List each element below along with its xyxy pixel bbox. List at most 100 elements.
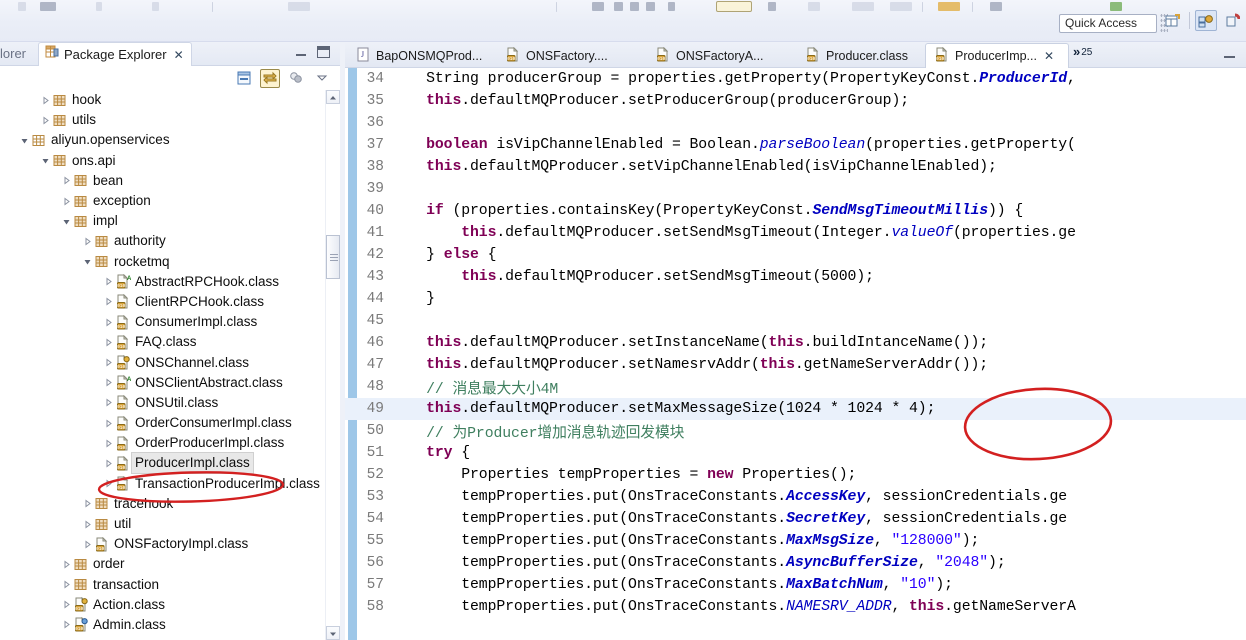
chevron-right-icon[interactable] (102, 373, 114, 393)
scrollbar-thumb[interactable] (326, 235, 340, 279)
chevron-right-icon[interactable] (102, 393, 114, 413)
close-icon[interactable]: ✕ (174, 48, 184, 62)
toolbar-icon[interactable] (288, 2, 310, 11)
view-filters-button[interactable] (286, 69, 306, 88)
toolbar-icon[interactable] (668, 2, 675, 11)
tree-row[interactable]: 010 ONSChannel.class (0, 352, 325, 372)
chevron-right-icon[interactable] (81, 514, 93, 534)
code-line[interactable]: 43 this.defaultMQProducer.setSendMsgTime… (345, 266, 1246, 288)
close-icon[interactable]: ✕ (1044, 49, 1054, 63)
tree-row[interactable]: 010 Admin.class (0, 615, 325, 635)
chevron-right-icon[interactable] (102, 272, 114, 292)
tree-row[interactable]: 010 OrderProducerImpl.class (0, 433, 325, 453)
editor-tab[interactable]: J BapONSMQProd... (347, 44, 493, 68)
chevron-right-icon[interactable] (60, 554, 72, 574)
chevron-right-icon[interactable] (102, 453, 114, 473)
tree-row[interactable]: authority (0, 231, 325, 251)
tree-row[interactable]: bean (0, 171, 325, 191)
code-line[interactable]: 56 tempProperties.put(OnsTraceConstants.… (345, 552, 1246, 574)
minimize-view-button[interactable] (294, 46, 308, 60)
tree-row[interactable]: impl (0, 211, 325, 231)
chevron-right-icon[interactable] (81, 494, 93, 514)
code-line[interactable]: 47 this.defaultMQProducer.setNamesrvAddr… (345, 354, 1246, 376)
tree-row[interactable]: 010 ConsumerImpl.class (0, 312, 325, 332)
code-line[interactable]: 44 } (345, 288, 1246, 310)
scroll-down-arrow[interactable] (326, 626, 340, 640)
chevron-right-icon[interactable] (102, 433, 114, 453)
chevron-down-icon[interactable] (39, 151, 51, 171)
chevron-right-icon[interactable] (60, 171, 72, 191)
toolbar-icon[interactable] (852, 2, 874, 11)
tree-row[interactable]: util (0, 514, 325, 534)
chevron-right-icon[interactable] (102, 312, 114, 332)
tree-vertical-scrollbar[interactable] (325, 90, 340, 640)
code-line[interactable]: 51 try { (345, 442, 1246, 464)
java-perspective-icon[interactable] (1195, 10, 1217, 31)
toolbar-icon[interactable] (614, 2, 623, 11)
chevron-right-icon[interactable] (102, 292, 114, 312)
chevron-right-icon[interactable] (60, 615, 72, 635)
debug-perspective-icon[interactable] (1222, 10, 1244, 31)
editor-tab-overflow-button[interactable]: » 25 (1073, 44, 1092, 59)
code-line[interactable]: 46 this.defaultMQProducer.setInstanceNam… (345, 332, 1246, 354)
chevron-down-icon[interactable] (81, 252, 93, 272)
toolbar-icon[interactable] (938, 2, 960, 11)
chevron-down-icon[interactable] (18, 130, 30, 150)
tree-row[interactable]: 010 TransactionProducerImpl.class (0, 474, 325, 494)
tree-row[interactable]: 010 FAQ.class (0, 332, 325, 352)
code-line[interactable]: 58 tempProperties.put(OnsTraceConstants.… (345, 596, 1246, 618)
toolbar-icon[interactable] (890, 2, 912, 11)
view-tab-package-explorer[interactable]: Package Explorer ✕ (38, 42, 192, 66)
link-with-editor-button[interactable] (260, 68, 280, 88)
tree-row[interactable]: utils (0, 110, 325, 130)
tree-row[interactable]: 010 ONSUtil.class (0, 393, 325, 413)
toolbar-icon[interactable] (1110, 2, 1122, 11)
chevron-right-icon[interactable] (102, 353, 114, 373)
tree-row-selected[interactable]: 010 ProducerImpl.class (0, 452, 325, 475)
maximize-view-button[interactable] (317, 46, 330, 58)
toolbar-icon[interactable] (40, 2, 56, 11)
toolbar-icon[interactable] (18, 2, 26, 11)
project-tree[interactable]: hook utils aliyun.openservices ons.api bean e… (0, 90, 325, 640)
chevron-right-icon[interactable] (102, 413, 114, 433)
code-line[interactable]: 40 if (properties.containsKey(PropertyKe… (345, 200, 1246, 222)
code-line[interactable]: 57 tempProperties.put(OnsTraceConstants.… (345, 574, 1246, 596)
chevron-right-icon[interactable] (39, 110, 51, 130)
minimize-editor-button[interactable] (1223, 49, 1236, 60)
code-line[interactable]: 53 tempProperties.put(OnsTraceConstants.… (345, 486, 1246, 508)
editor-tab-active[interactable]: 010 ProducerImp... ✕ (925, 43, 1069, 68)
tree-row[interactable]: aliyun.openservices (0, 130, 325, 150)
chevron-right-icon[interactable] (102, 474, 114, 494)
code-viewport[interactable]: 34 String producerGroup = properties.get… (345, 68, 1246, 640)
code-line[interactable]: 45 (345, 310, 1246, 332)
code-line-current[interactable]: 49 this.defaultMQProducer.setMaxMessageS… (345, 398, 1246, 420)
toolbar-icon[interactable] (990, 2, 1002, 11)
chevron-right-icon[interactable] (60, 575, 72, 595)
code-line[interactable]: 50 // 为Producer增加消息轨迹回发模块 (345, 420, 1246, 442)
code-line[interactable]: 34 String producerGroup = properties.get… (345, 68, 1246, 90)
tree-row[interactable]: ons.api (0, 151, 325, 171)
chevron-right-icon[interactable] (81, 231, 93, 251)
view-tab-partial[interactable]: lorer (0, 42, 32, 66)
toolbar-icon[interactable] (716, 1, 752, 12)
chevron-right-icon[interactable] (81, 534, 93, 554)
toolbar-icon[interactable] (96, 2, 102, 11)
scroll-up-arrow[interactable] (326, 90, 340, 104)
chevron-right-icon[interactable] (60, 191, 72, 211)
chevron-down-icon[interactable] (60, 211, 72, 231)
view-menu-button[interactable] (312, 69, 332, 88)
chevron-right-icon[interactable] (39, 90, 51, 110)
editor-tab[interactable]: 010 Producer.class (797, 44, 921, 68)
tree-row[interactable]: 010 OrderConsumerImpl.class (0, 413, 325, 433)
toolbar-icon[interactable] (592, 2, 604, 11)
tree-row[interactable]: 010 Action.class (0, 595, 325, 615)
tree-row[interactable]: rocketmq (0, 252, 325, 272)
tree-row[interactable]: transaction (0, 575, 325, 595)
code-line[interactable]: 39 (345, 178, 1246, 200)
chevron-right-icon[interactable] (102, 332, 114, 352)
tree-row[interactable]: 010 ClientRPCHook.class (0, 292, 325, 312)
editor-tab[interactable]: 010 ONSFactory.... (497, 44, 643, 68)
tree-row[interactable]: 010 A AbstractRPCHook.class (0, 272, 325, 292)
tree-row[interactable]: 010 ONSFactoryImpl.class (0, 534, 325, 554)
chevron-right-icon[interactable] (60, 595, 72, 615)
